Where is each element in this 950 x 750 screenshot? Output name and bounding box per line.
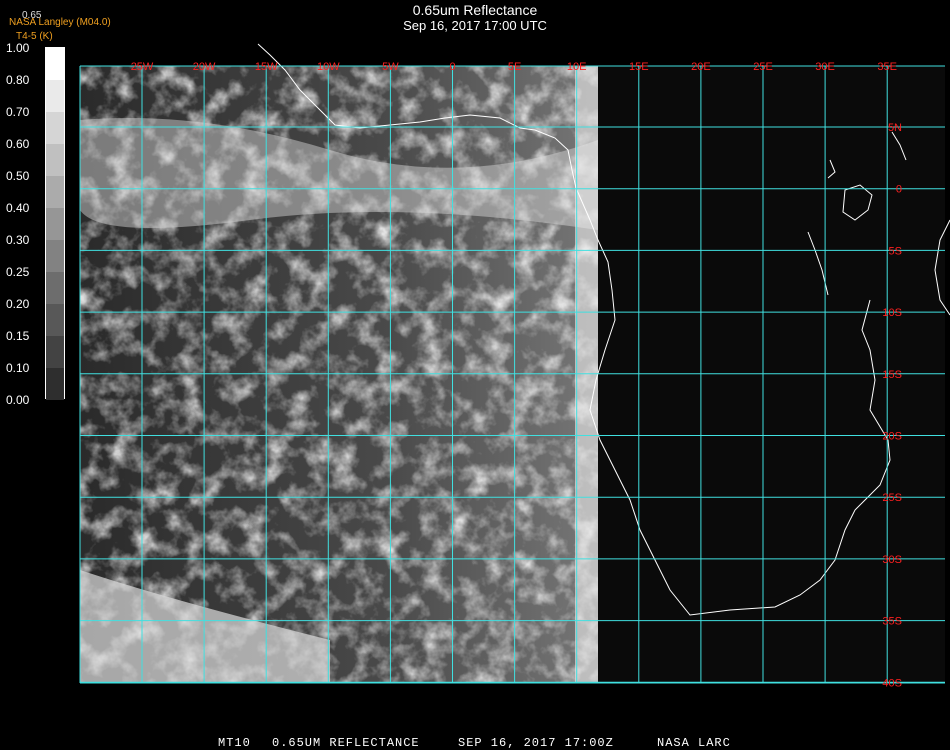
longitude-label: 20W: [193, 61, 216, 73]
longitude-label: 0: [449, 61, 455, 73]
footer-sat: MT10: [218, 736, 251, 750]
longitude-label: 10W: [317, 61, 340, 73]
limb-bright-edge: [575, 66, 598, 683]
longitude-label: 25W: [131, 61, 154, 73]
latitude-label: 25S: [882, 492, 902, 504]
longitude-label: 15E: [629, 61, 649, 73]
footer-product: 0.65UM REFLECTANCE: [272, 736, 420, 750]
longitude-label: 15W: [255, 61, 278, 73]
longitude-label: 35E: [877, 61, 897, 73]
longitude-label: 25E: [753, 61, 773, 73]
latitude-label: 30S: [882, 554, 902, 566]
latitude-label: 5S: [889, 245, 902, 257]
latitude-label: 35S: [882, 616, 902, 628]
latitude-label: 10S: [882, 307, 902, 319]
latitude-label: 5N: [888, 122, 902, 134]
longitude-label: 10E: [567, 61, 587, 73]
latitude-label: 20S: [882, 431, 902, 443]
longitude-label: 30E: [815, 61, 835, 73]
footer-source: NASA LARC: [657, 736, 731, 750]
longitude-label: 20E: [691, 61, 711, 73]
footer-datetime: SEP 16, 2017 17:00Z: [458, 736, 614, 750]
longitude-label: 5W: [382, 61, 399, 73]
longitude-label: 5E: [508, 61, 521, 73]
satellite-map: 25W 20W 15W 10W 5W 0 5E 10E 15E 20E 25E 30E 35E 5N 0 5S…: [79, 43, 950, 689]
latitude-label: 0: [896, 184, 902, 196]
latitude-label: 15S: [882, 369, 902, 381]
latitude-label: 40S: [882, 677, 902, 689]
